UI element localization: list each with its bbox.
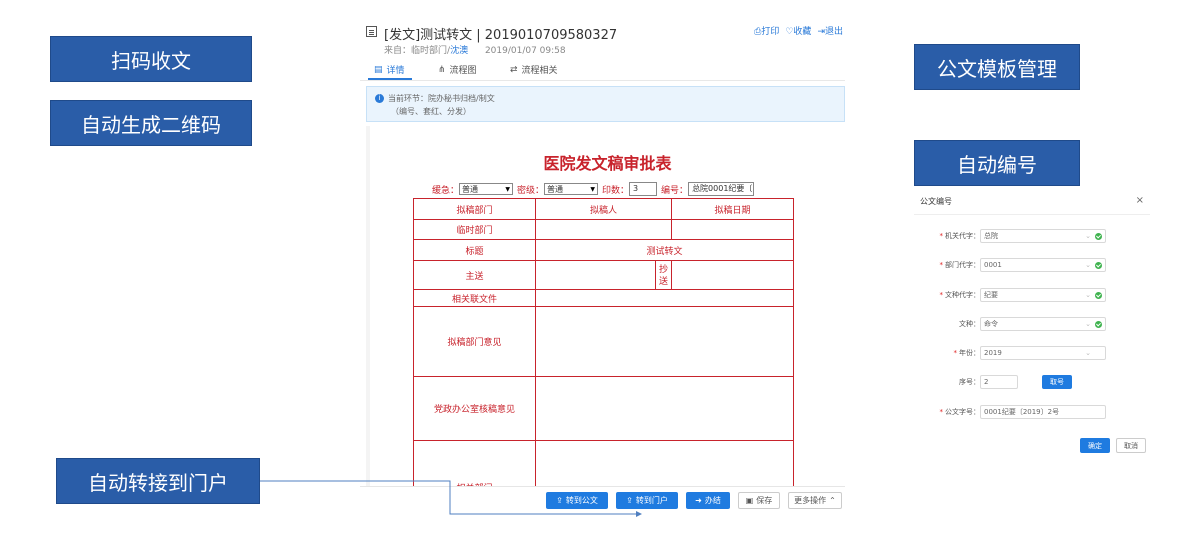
portal-connector-line (260, 480, 642, 517)
